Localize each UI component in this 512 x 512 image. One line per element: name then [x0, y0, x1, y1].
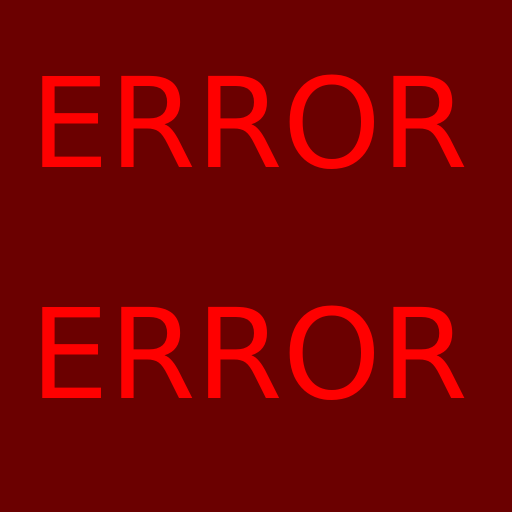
- error-message-top: ERROR: [30, 52, 468, 197]
- error-screen: ERROR ERROR: [0, 0, 512, 512]
- error-message-bottom: ERROR: [30, 283, 468, 428]
